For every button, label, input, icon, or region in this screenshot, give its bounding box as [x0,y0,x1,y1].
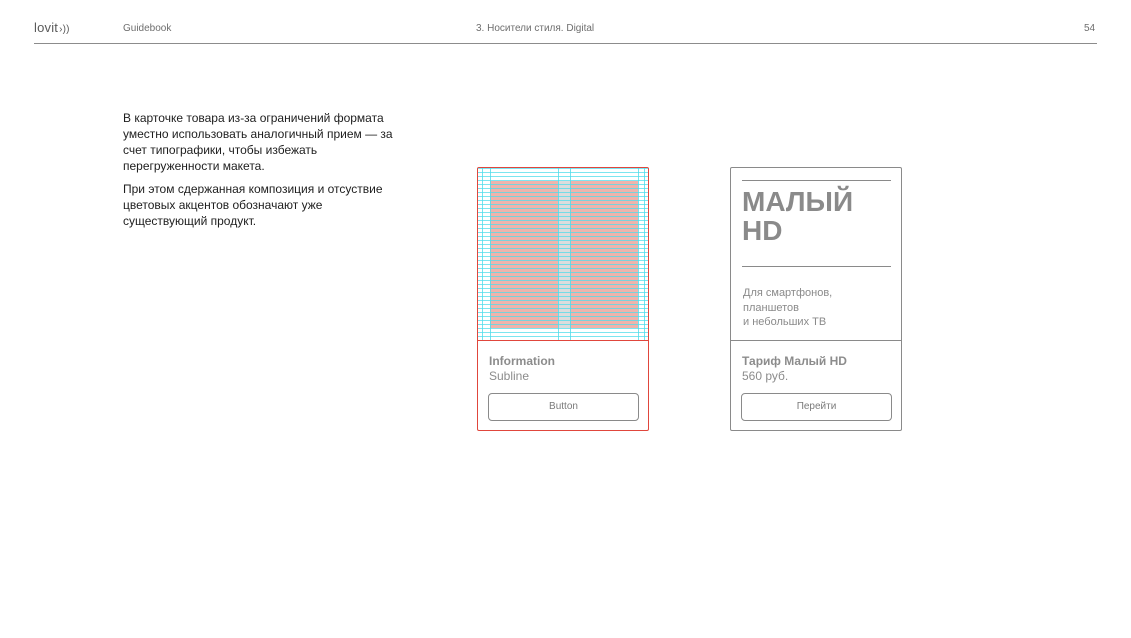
product-headline-line1: МАЛЫЙ [742,186,854,217]
sound-waves-icon: ›)) [59,24,70,35]
page-number: 54 [1084,23,1096,34]
brand-logo: lovit›)) [34,20,70,35]
card-divider [731,340,901,341]
headline-bottom-rule [742,266,891,267]
baseline-grid [478,168,648,340]
grid-guide [570,168,571,340]
header-divider [34,43,1097,44]
card-example: МАЛЫЙ HD Для смартфонов, планшетов и неб… [730,167,902,431]
card-button[interactable]: Button [488,393,639,421]
section-label: Guidebook [123,23,172,34]
grid-guide [558,168,559,340]
brand-logo-text: lovit [34,20,59,35]
chapter-title: 3. Носители стиля. Digital [476,23,595,34]
headline-top-rule [742,180,891,181]
image-grid-placeholder [478,168,648,340]
product-headline-line2: HD [742,215,783,246]
go-button[interactable]: Перейти [741,393,892,421]
card-title: Information [489,354,555,368]
product-description: Для смартфонов, планшетов и небольших ТВ [743,286,893,330]
card-template: Information Subline Button [477,167,649,431]
product-description-line1: Для смартфонов, [743,287,833,299]
tariff-title: Тариф Малый HD [742,354,847,368]
product-description-line3: и небольших ТВ [743,316,827,328]
grid-guide [482,168,483,340]
product-headline: МАЛЫЙ HD [742,187,892,245]
intro-paragraph-2: При этом сдержанная композиция и отсуств… [123,182,383,228]
intro-paragraph-1: В карточке товара из-за ограничений форм… [123,111,393,173]
grid-guide [490,168,491,340]
tariff-price: 560 руб. [742,369,789,383]
product-description-line2: планшетов [743,301,800,314]
card-divider [478,340,648,341]
card-subline: Subline [489,369,530,383]
grid-guide [644,168,645,340]
grid-guide [638,168,639,340]
